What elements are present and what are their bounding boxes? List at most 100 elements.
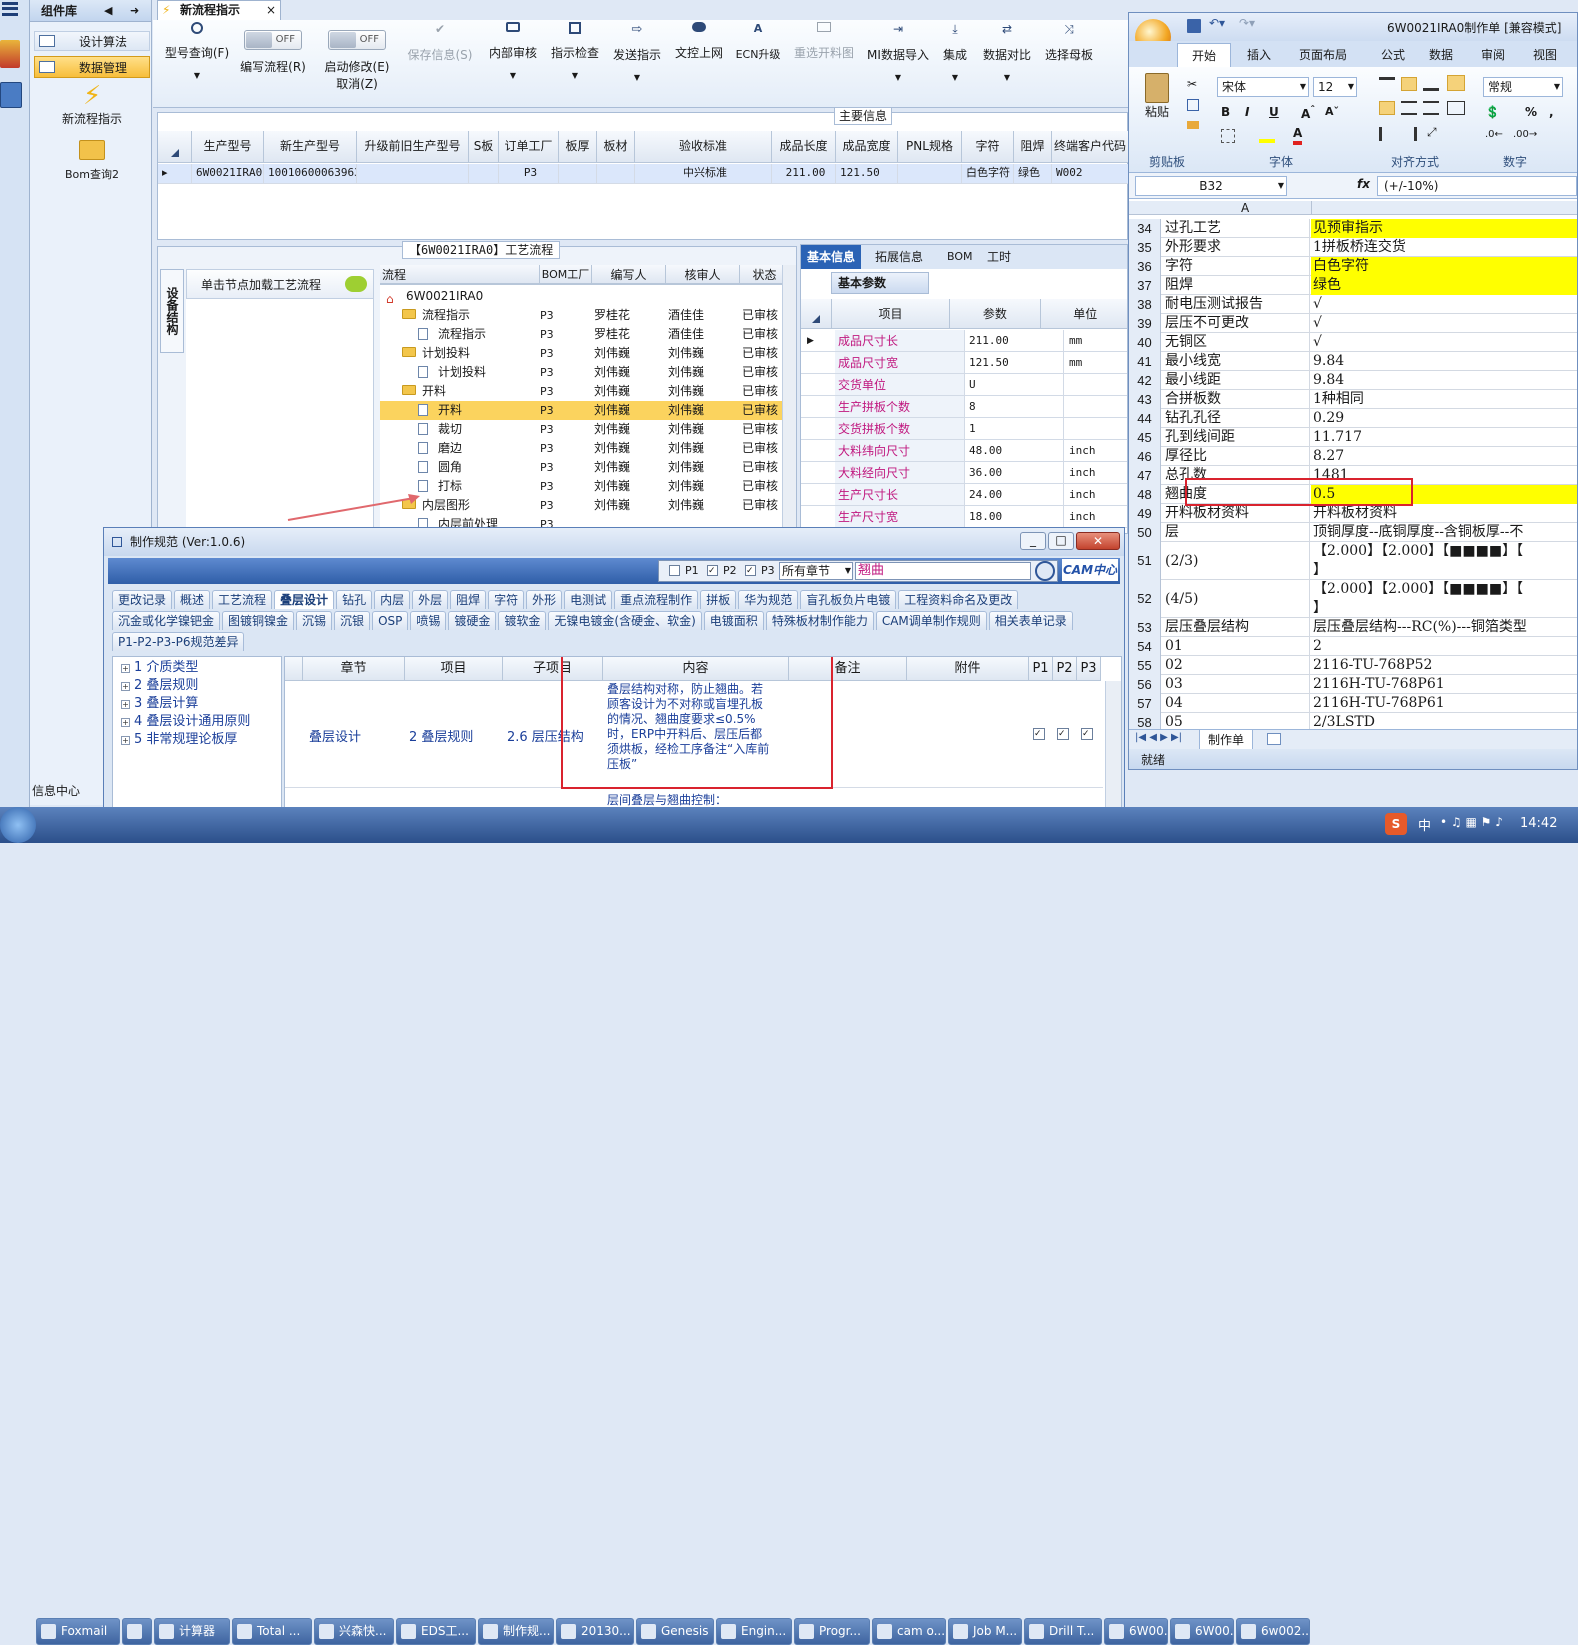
tree-row[interactable]: 打标 P3 刘伟巍 刘伟巍 已审核 — [380, 477, 790, 496]
row-number[interactable]: 34 — [1129, 219, 1161, 238]
row-number[interactable]: 56 — [1129, 675, 1161, 694]
sheet-row[interactable]: 40 无铜区 √ — [1129, 333, 1577, 352]
sidebar-item-new-process[interactable]: ⚡ 新流程指示 — [44, 82, 140, 128]
spec-tab[interactable]: 沉金或化学镍钯金 — [112, 611, 221, 630]
tree-row[interactable]: 开料 P3 刘伟巍 刘伟巍 已审核 — [380, 401, 790, 420]
taskbar-item[interactable]: Engin... — [716, 1618, 792, 1645]
expand-icon[interactable]: + — [121, 700, 130, 709]
p2-checkbox[interactable]: ✓ — [707, 565, 718, 576]
row-number[interactable]: 38 — [1129, 295, 1161, 314]
cell-a[interactable]: 层压叠层结构 — [1163, 618, 1310, 637]
tab-hours[interactable]: 工时 — [987, 245, 1011, 269]
tree-row[interactable]: 计划投料 P3 刘伟巍 刘伟巍 已审核 — [380, 363, 790, 382]
taskbar-item[interactable]: 兴森快... — [314, 1618, 394, 1645]
p2-check[interactable]: ✓ — [1057, 728, 1069, 740]
cell-b[interactable]: 绿色 — [1311, 276, 1577, 295]
spec-tab[interactable]: 沉锡 — [296, 611, 333, 630]
new-sheet-icon[interactable] — [1267, 733, 1281, 745]
send-instruction-button[interactable]: ⇨ 发送指示 ▼ — [609, 20, 665, 82]
sheet-nav-icon[interactable]: |◀ ◀ ▶ ▶| — [1135, 732, 1182, 743]
cell-b[interactable]: 9.84 — [1311, 371, 1577, 390]
row-number[interactable]: 40 — [1129, 333, 1161, 352]
sheet-row[interactable]: 43 合拼板数 1种相同 — [1129, 390, 1577, 409]
cell-a[interactable]: 04 — [1163, 694, 1310, 713]
row-number[interactable]: 52 — [1129, 580, 1161, 618]
param-value[interactable]: 24.00 — [966, 484, 1064, 505]
cell-b[interactable]: 0.29 — [1311, 409, 1577, 428]
maximize-button[interactable]: □ — [1048, 532, 1074, 550]
spec-tab[interactable]: 特殊板材制作能力 — [765, 611, 874, 630]
cell-a[interactable]: 外形要求 — [1163, 238, 1310, 257]
comma-icon[interactable]: , — [1549, 105, 1554, 119]
align-center-icon[interactable] — [1401, 101, 1417, 115]
cell-b[interactable]: 2116H-TU-768P61 — [1311, 675, 1577, 694]
spec-tab[interactable]: 喷锡 — [410, 611, 447, 630]
row-number[interactable]: 57 — [1129, 694, 1161, 713]
internal-review-button[interactable]: 内部审核 ▼ — [485, 20, 541, 80]
wrap-text-icon[interactable] — [1447, 75, 1465, 91]
sheet-row[interactable]: 39 层压不可更改 √ — [1129, 314, 1577, 333]
taskbar-item[interactable] — [122, 1618, 152, 1645]
col-header[interactable]: 板材 — [597, 131, 635, 163]
start-button[interactable] — [0, 807, 36, 843]
spec-tab[interactable]: 外层 — [412, 590, 449, 609]
cell-a[interactable]: 钻孔孔径 — [1163, 409, 1310, 428]
col-header[interactable]: 订单工厂 — [499, 131, 559, 163]
cell-a[interactable]: 01 — [1163, 637, 1310, 656]
param-value[interactable]: 18.00 — [966, 506, 1064, 527]
paste-button[interactable]: 粘贴 — [1137, 73, 1177, 133]
spec-tab[interactable]: 图镀铜镍金 — [222, 611, 295, 630]
minimize-button[interactable]: _ — [1020, 532, 1046, 550]
taskbar-item[interactable]: 6W00... — [1104, 1618, 1168, 1645]
cell-a[interactable]: 过孔工艺 — [1163, 219, 1310, 238]
spec-tab[interactable]: 阻焊 — [450, 590, 487, 609]
taskbar-item[interactable]: 计算器 — [154, 1618, 230, 1645]
cell-b[interactable]: √ — [1311, 333, 1577, 352]
col-header[interactable]: 板厚 — [559, 131, 597, 163]
sheet-row[interactable]: 54 01 2 — [1129, 637, 1577, 656]
select-master-board-button[interactable]: ⤨ 选择母板 — [1041, 20, 1097, 63]
merge-icon[interactable] — [1447, 101, 1465, 115]
row-number[interactable]: 37 — [1129, 276, 1161, 295]
font-color-icon[interactable]: A — [1293, 125, 1303, 145]
indent-icon[interactable] — [1379, 127, 1395, 141]
grow-font-icon[interactable]: Aˆ — [1301, 105, 1315, 121]
spec-tab[interactable]: 字符 — [488, 590, 525, 609]
cell-a[interactable]: 02 — [1163, 656, 1310, 675]
spec-tab[interactable]: 盲孔板负片电镀 — [800, 590, 897, 609]
reselect-cut-chart-button[interactable]: 重选开料图 — [789, 20, 859, 61]
tab-formulas[interactable]: 公式 — [1381, 43, 1405, 67]
param-row[interactable]: 交货拼板个数 1 — [801, 418, 1127, 440]
cell-a[interactable]: 孔到线间距 — [1163, 428, 1310, 447]
sheet-row[interactable]: 37 阻焊 绿色 — [1129, 276, 1577, 295]
spec-tab[interactable]: 概述 — [174, 590, 211, 609]
cell-a[interactable]: 03 — [1163, 675, 1310, 694]
formula-input[interactable]: (+/-10%) — [1377, 176, 1577, 196]
cell-b[interactable]: 1种相同 — [1311, 390, 1577, 409]
align-top-icon[interactable] — [1379, 77, 1395, 91]
underline-icon[interactable]: U — [1269, 105, 1279, 119]
sidebar-item-design-algorithm[interactable]: 设计算法 — [34, 31, 150, 51]
spec-tab[interactable]: 钻孔 — [336, 590, 373, 609]
row-number[interactable]: 46 — [1129, 447, 1161, 466]
copy-icon[interactable] — [1187, 99, 1199, 111]
row-number[interactable]: 50 — [1129, 523, 1161, 542]
col-header[interactable]: S板 — [469, 131, 499, 163]
cell-b[interactable]: 开料板材资料 — [1311, 504, 1577, 523]
collapse-icon[interactable]: ◀ — [104, 0, 112, 22]
cell-b[interactable]: 见预审指示 — [1311, 219, 1577, 238]
number-format-select[interactable]: 常规 ▼ — [1483, 77, 1563, 97]
sheet-row[interactable]: 50 层顶铜厚度--底铜厚度--含铜板厚--不 — [1129, 523, 1577, 542]
param-row[interactable]: 生产拼板个数 8 — [801, 396, 1127, 418]
sheet-row[interactable]: 52 (4/5) 【2.000】【2.000】【■■■■】【】 — [1129, 580, 1577, 618]
spec-tree-item[interactable]: +3 叠层计算 — [121, 695, 250, 713]
doc-control-online-button[interactable]: 文控上网 — [671, 20, 727, 61]
redo-icon[interactable]: ↷▾ — [1239, 16, 1255, 30]
sheet-row[interactable]: 55 02 2116-TU-768P52 — [1129, 656, 1577, 675]
row-number[interactable]: 53 — [1129, 618, 1161, 637]
sheet-row[interactable]: 57 04 2116H-TU-768P61 — [1129, 694, 1577, 713]
param-value[interactable]: 211.00 — [966, 330, 1064, 351]
vertical-scrollbar[interactable] — [782, 265, 796, 537]
cell-a[interactable]: 阻焊 — [1163, 276, 1310, 295]
param-row[interactable]: 大料经向尺寸 36.00 inch — [801, 462, 1127, 484]
